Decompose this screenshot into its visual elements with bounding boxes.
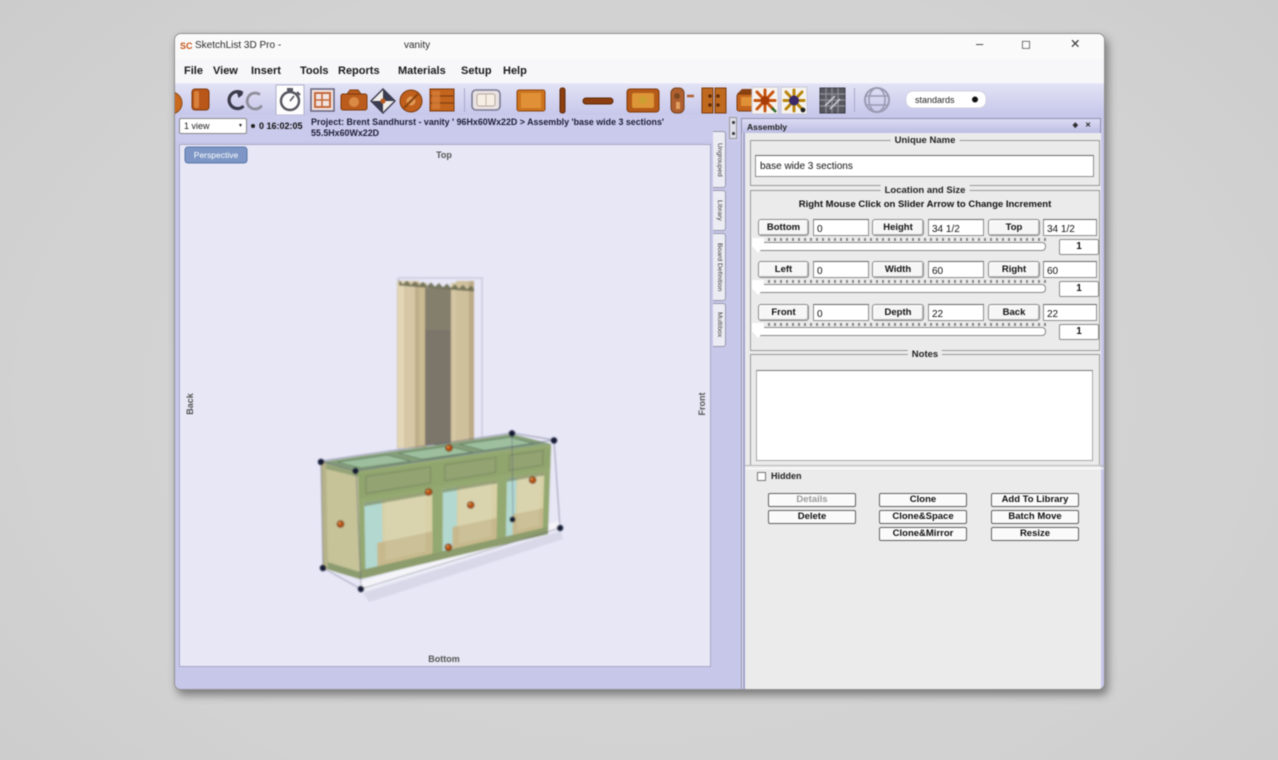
svg-text:Front: Front xyxy=(697,393,707,416)
svg-text:Perspective: Perspective xyxy=(194,150,239,160)
svg-text:standards: standards xyxy=(915,95,955,105)
svg-text:Bottom: Bottom xyxy=(428,654,460,664)
svg-text:Back: Back xyxy=(185,392,195,415)
svg-text:Top: Top xyxy=(436,150,452,160)
